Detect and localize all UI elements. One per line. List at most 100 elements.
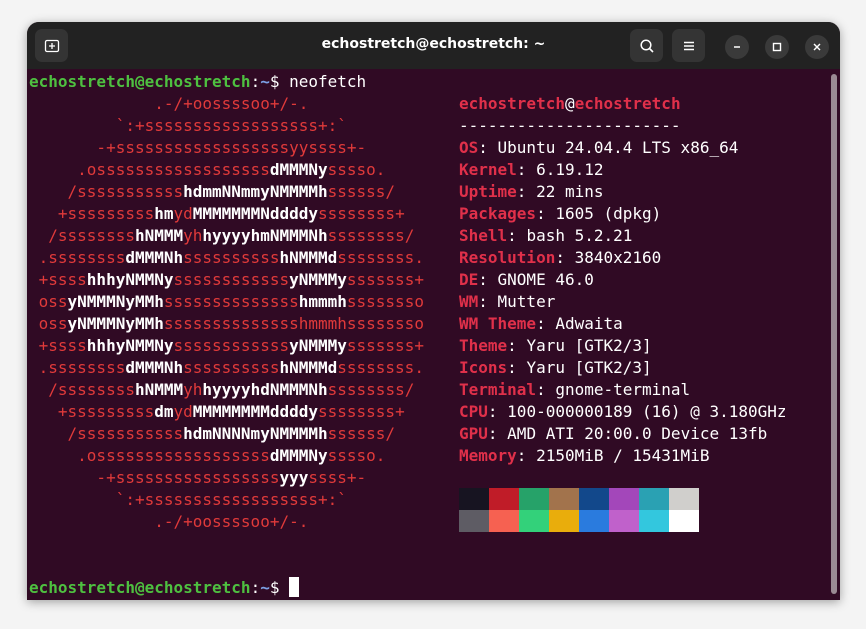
info-value: Yaru [GTK2/3] [526, 358, 652, 377]
palette-swatch [549, 510, 579, 532]
maximize-button[interactable] [765, 35, 789, 59]
logo-segment: dMMMNh [125, 358, 184, 377]
info-key: CPU [459, 402, 488, 421]
logo-segment: yNMMMNyMMh [67, 314, 164, 333]
info-key: WM Theme [459, 314, 537, 333]
logo-segment: ssssssss+ [318, 402, 405, 421]
info-row: GPU: AMD ATI 20:00.0 Device 13fb [459, 424, 768, 443]
logo-segment: ssssssss+ [318, 204, 405, 223]
logo-segment: hdmNNNNmyNMMMMh [183, 424, 328, 443]
info-key: Resolution [459, 248, 556, 267]
palette-swatch [519, 488, 549, 510]
info-value: Adwaita [555, 314, 623, 333]
logo-line: .ssssssssdMMMNhsssssssssshNMMMdssssssss. [29, 247, 424, 269]
scrollbar[interactable] [831, 74, 837, 594]
info-key: Terminal [459, 380, 537, 399]
logo-line: ossyNMMMNyMMhsssssssssssssshmmmhssssssso [29, 291, 424, 313]
logo-line: /ssssssssssshdmNNNNmyNMMMMhssssss/ [29, 423, 396, 445]
info-row: Uptime: 22 mins [459, 182, 604, 201]
info-key: Packages [459, 204, 537, 223]
text-cursor [289, 577, 300, 597]
logo-segment: +sssssssss [29, 204, 155, 223]
logo-line: +sssshhhyNMMNyssssssssssssyNMMMysssssss+ [29, 335, 424, 357]
logo-segment: ssssss/ [327, 182, 396, 201]
info-row: Shell: bash 5.2.21 [459, 226, 633, 245]
logo-segment: hhhyNMMNy [86, 270, 174, 289]
info-row: DE: GNOME 46.0 [459, 270, 594, 289]
palette-swatch [669, 510, 699, 532]
maximize-icon [772, 42, 782, 52]
prompt-user-host: echostretch@echostretch [29, 72, 251, 91]
logo-segment: hm [154, 204, 174, 223]
palette-swatch [489, 510, 519, 532]
minimize-button[interactable] [725, 35, 749, 59]
info-value: 22 mins [536, 182, 604, 201]
logo-segment: /sssssssssss [29, 182, 184, 201]
info-key: Icons [459, 358, 508, 377]
info-key: Shell [459, 226, 508, 245]
logo-segment: ssssss/ [327, 424, 396, 443]
info-value: gnome-terminal [555, 380, 691, 399]
search-button[interactable] [630, 29, 663, 62]
info-value: 6.19.12 [536, 160, 604, 179]
info-row: Memory: 2150MiB / 15431MiB [459, 446, 710, 465]
prompt-path: ~ [260, 72, 270, 91]
close-button[interactable] [805, 35, 829, 59]
logo-segment: ssssssss. [337, 248, 424, 267]
info-row: WM: Mutter [459, 292, 556, 311]
logo-segment: sssssss+ [346, 270, 424, 289]
info-value: 1605 (dpkg) [555, 204, 662, 223]
logo-segment: oss [29, 292, 68, 311]
terminal-output[interactable]: echostretch@echostretch:~$ neofetch .-/+… [29, 69, 829, 600]
logo-segment: hhhyNMMNy [86, 336, 174, 355]
logo-line: /sssssssshNMMMyhhyyyyhdNMMMNhssssssss/ [29, 379, 414, 401]
logo-segment: hyyyyhdNMMMNh [202, 380, 328, 399]
info-underline: ----------------------- [459, 116, 681, 135]
palette-swatch [609, 510, 639, 532]
title-bar: echostretch@echostretch: ~ [27, 22, 840, 69]
palette-swatch [459, 488, 489, 510]
info-value: 3840x2160 [574, 248, 662, 267]
info-key: Uptime [459, 182, 517, 201]
logo-segment: ssssssssss [183, 358, 280, 377]
logo-segment: -+ssssssssssssssssssyyssss+- [29, 138, 367, 157]
logo-segment: dMMMNy [269, 446, 328, 465]
logo-segment: -+sssssssssssssssss [29, 468, 280, 487]
palette-swatch [489, 488, 519, 510]
logo-line: .-/+oossssoo+/-. [29, 511, 308, 533]
logo-line: +sssssssssdmydMMMMMMMMddddyssssssss+ [29, 401, 405, 423]
logo-segment: yh [183, 226, 203, 245]
info-user: echostretch [459, 94, 565, 113]
info-row: Packages: 1605 (dpkg) [459, 204, 662, 223]
info-key: DE [459, 270, 479, 289]
logo-segment: dMMMNh [125, 248, 184, 267]
logo-line: -+ssssssssssssssssssyyssss+- [29, 137, 366, 159]
info-key: Theme [459, 336, 508, 355]
info-key: Memory [459, 446, 517, 465]
hamburger-menu-icon [683, 41, 694, 50]
info-value: 100-000000189 (16) @ 3.180GHz [507, 402, 787, 421]
logo-segment: +ssss [29, 336, 87, 355]
logo-segment: MMMMMMMMddddy [192, 402, 318, 421]
info-value: GNOME 46.0 [497, 270, 594, 289]
info-row: CPU: 100-000000189 (16) @ 3.180GHz [459, 402, 787, 421]
logo-segment: sssssssssssssshmmmhssssssso [163, 314, 424, 333]
logo-line: /ssssssssssshdmmNNmmyNMMMMhssssss/ [29, 181, 396, 203]
logo-segment: ssssssssssssss [163, 292, 299, 311]
menu-button[interactable] [672, 29, 705, 62]
info-row: WM Theme: Adwaita [459, 314, 623, 333]
logo-segment: .ossssssssssssssssss [29, 446, 270, 465]
info-value: Ubuntu 24.04.4 LTS x86_64 [497, 138, 739, 157]
logo-segment: hNMMMd [279, 248, 338, 267]
info-key: OS [459, 138, 479, 157]
logo-segment: hNMMM [134, 226, 184, 245]
info-at: @ [564, 94, 575, 113]
minimize-icon [734, 46, 740, 48]
logo-segment: sssso. [327, 160, 386, 179]
logo-segment: yh [183, 380, 203, 399]
info-key: GPU [459, 424, 488, 443]
close-icon [813, 43, 821, 51]
info-value: Yaru [GTK2/3] [526, 336, 652, 355]
info-host: echostretch [574, 94, 681, 113]
logo-segment: ssssssssssss [173, 270, 290, 289]
